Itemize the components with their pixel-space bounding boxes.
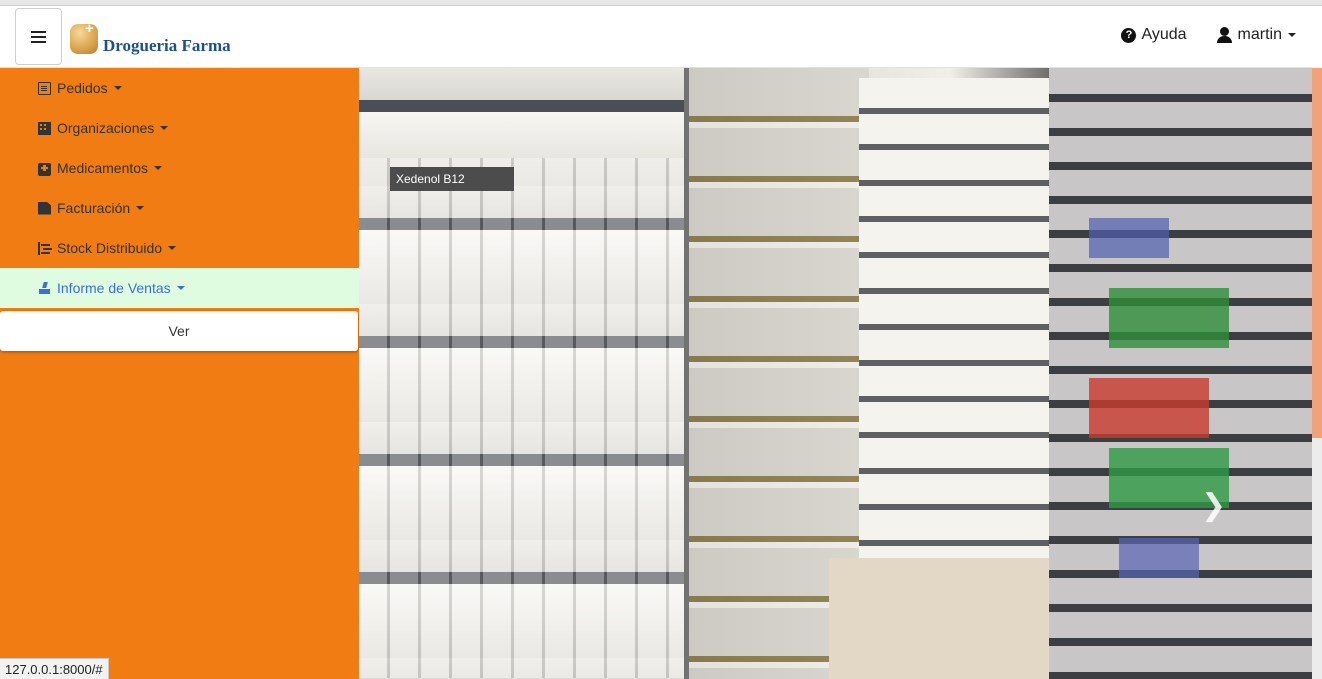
- help-link[interactable]: ? Ayuda: [1121, 26, 1187, 44]
- scroll-edge: [1312, 68, 1322, 438]
- report-icon: [38, 282, 51, 295]
- brand-name: Drogueria Farma: [103, 36, 231, 55]
- caret-down-icon: [113, 86, 122, 90]
- caret-down-icon: [160, 126, 169, 130]
- sidebar-item-informe-de-ventas[interactable]: Informe de Ventas: [0, 268, 359, 308]
- sidebar-item-pedidos[interactable]: Pedidos: [0, 68, 359, 108]
- user-icon: [1216, 27, 1232, 43]
- brand-logo-icon: [70, 20, 98, 54]
- user-menu[interactable]: martin: [1216, 26, 1296, 44]
- floor: [829, 558, 1059, 679]
- tree-icon: [38, 241, 51, 255]
- file-icon: [38, 201, 51, 215]
- building-icon: [38, 121, 51, 135]
- shelf-left: [359, 68, 684, 679]
- medkit-icon: [38, 163, 51, 176]
- question-circle-icon: ?: [1121, 27, 1137, 43]
- caret-down-icon: [136, 206, 145, 210]
- caret-down-icon: [176, 286, 185, 290]
- sidebar-item-label: Stock Distribuido: [57, 240, 163, 256]
- sidebar-item-label: Informe de Ventas: [57, 280, 171, 296]
- shelf-right: [1049, 68, 1312, 679]
- sidebar-item-label: Pedidos: [57, 80, 108, 96]
- brand[interactable]: Drogueria Farma: [70, 20, 231, 56]
- scroll-edge-lower: [1312, 438, 1322, 679]
- hamburger-icon: [31, 30, 46, 43]
- caret-down-icon: [168, 246, 177, 250]
- sidebar-item-organizaciones[interactable]: Organizaciones: [0, 108, 359, 148]
- help-label: Ayuda: [1141, 26, 1187, 43]
- submenu-item-ver[interactable]: Ver: [0, 311, 358, 351]
- caret-down-icon: [1288, 33, 1296, 37]
- sidebar-item-label: Medicamentos: [57, 160, 149, 176]
- carousel-next-chevron-icon[interactable]: ❯: [1201, 488, 1226, 523]
- sidebar-item-label: Facturación: [57, 200, 131, 216]
- sidebar-item-medicamentos[interactable]: Medicamentos: [0, 148, 359, 188]
- user-label: martin: [1237, 26, 1282, 43]
- sidebar-item-facturacion[interactable]: Facturación: [0, 188, 359, 228]
- sidebar-item-label: Organizaciones: [57, 120, 155, 136]
- submenu-item-label: Ver: [168, 323, 190, 339]
- navbar-right: ? Ayuda martin: [1121, 26, 1296, 44]
- sidebar-item-stock-distribuido[interactable]: Stock Distribuido: [0, 228, 359, 268]
- hero-carousel-image: Xedenol B12 ❯: [359, 68, 1312, 679]
- list-doc-icon: [38, 81, 51, 95]
- status-url: 127.0.0.1:8000/#: [0, 658, 109, 679]
- top-navbar: Drogueria Farma ? Ayuda martin: [0, 6, 1312, 68]
- sidebar: Pedidos Organizaciones Medicamentos Fact…: [0, 68, 359, 679]
- box-label: Xedenol B12: [390, 167, 514, 191]
- menu-toggle-button[interactable]: [15, 8, 62, 65]
- caret-down-icon: [154, 166, 163, 170]
